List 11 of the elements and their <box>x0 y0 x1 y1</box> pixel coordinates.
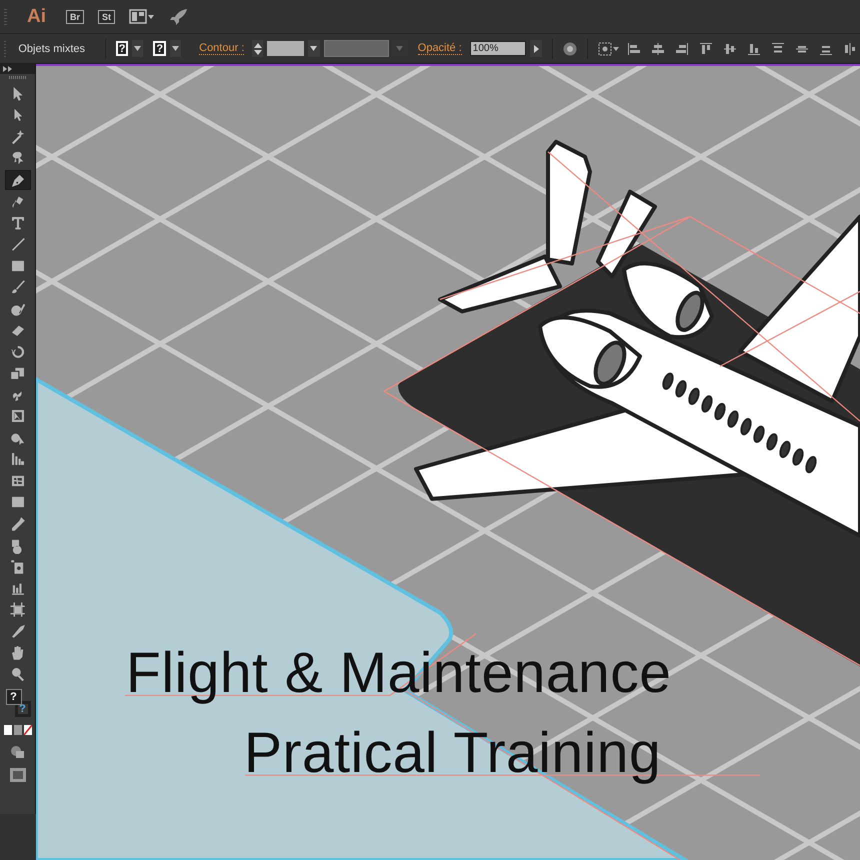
app-link-button[interactable]: Br <box>66 10 84 24</box>
opacity-field[interactable]: 100% <box>470 41 526 56</box>
app-link-button[interactable]: St <box>98 10 116 24</box>
fill-swatch[interactable]: ? <box>116 41 128 56</box>
app-logo: Ai <box>27 6 46 28</box>
stroke-link[interactable]: Contour : <box>199 42 244 55</box>
opacity-link[interactable]: Opacité : <box>418 42 462 55</box>
selection-label: Objets mixtes <box>18 42 85 54</box>
fill-swatch[interactable]: ? <box>6 689 22 705</box>
stroke-swatch[interactable]: ? <box>153 41 166 56</box>
stroke-swatch[interactable]: ? <box>14 701 30 717</box>
